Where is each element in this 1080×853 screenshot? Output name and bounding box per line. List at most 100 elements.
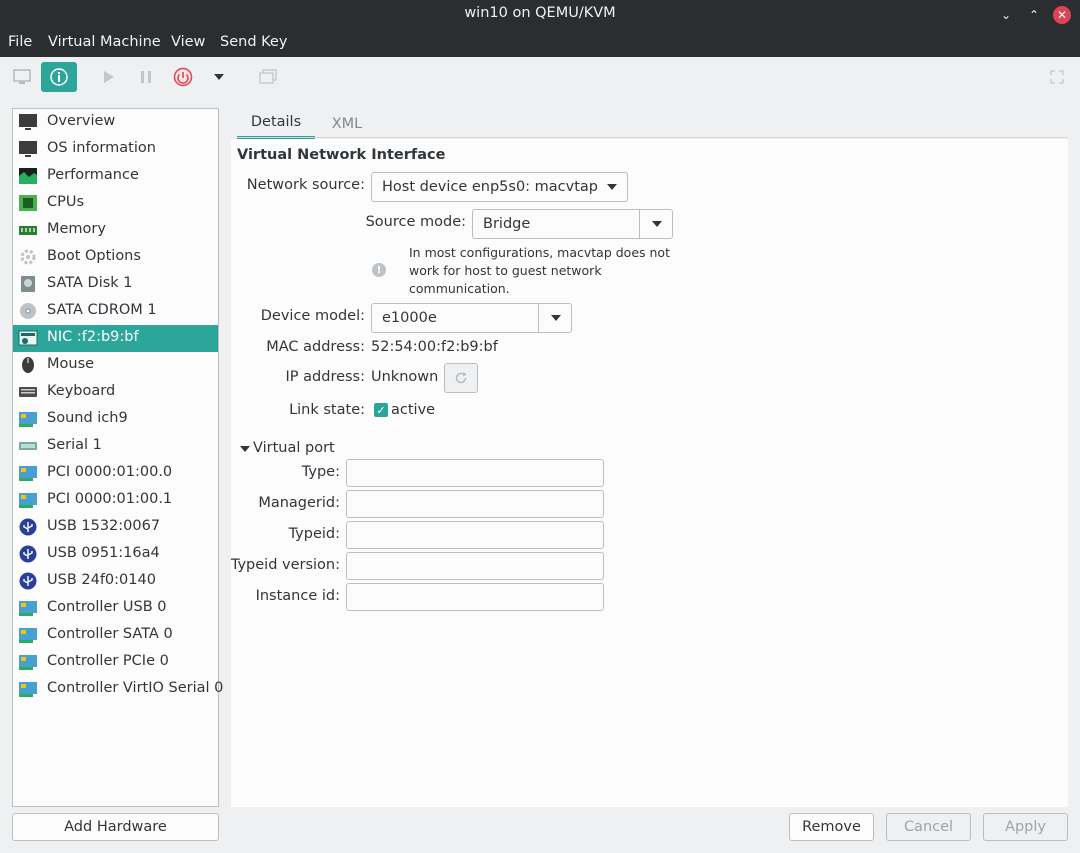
tab-details[interactable]: Details <box>237 108 315 139</box>
sidebar-item[interactable]: PCI 0000:01:00.1 <box>13 487 218 514</box>
sidebar-item-label: Sound ich9 <box>47 410 128 426</box>
menu-send-key[interactable]: Send Key <box>220 34 287 50</box>
sidebar-item[interactable]: NIC :f2:b9:bf <box>13 325 218 352</box>
vp-typeid-input[interactable] <box>346 521 604 549</box>
monitor-icon <box>18 113 38 131</box>
network-card-icon <box>18 329 38 347</box>
sidebar-item-label: Controller PCIe 0 <box>47 653 169 669</box>
sidebar-item-label: USB 1532:0067 <box>47 518 161 534</box>
virtual-port-expander[interactable]: Virtual port <box>253 440 335 456</box>
source-mode-select[interactable]: Bridge <box>472 209 673 239</box>
vp-managerid-input[interactable] <box>346 490 604 518</box>
monitor-icon[interactable] <box>12 62 32 92</box>
sidebar-item-label: NIC :f2:b9:bf <box>47 329 139 345</box>
serial-icon <box>18 437 38 455</box>
chart-icon <box>18 167 38 185</box>
section-title: Virtual Network Interface <box>237 147 446 163</box>
network-source-select[interactable]: Host device enp5s0: macvtap <box>371 172 628 202</box>
note-line-1: In most configurations, macvtap does not <box>409 245 670 260</box>
sidebar-item-label: Boot Options <box>47 248 141 264</box>
sidebar-item[interactable]: SATA CDROM 1 <box>13 298 218 325</box>
menu-file[interactable]: File <box>8 34 32 50</box>
gear-icon <box>18 248 38 266</box>
sidebar-item[interactable]: OS information <box>13 136 218 163</box>
device-model-select[interactable]: e1000e <box>371 303 572 333</box>
macvtap-note: In most configurations, macvtap does not… <box>409 244 670 298</box>
sidebar-item[interactable]: Sound ich9 <box>13 406 218 433</box>
remove-button[interactable]: Remove <box>789 813 874 841</box>
refresh-icon <box>455 372 467 384</box>
sidebar-item-label: Controller SATA 0 <box>47 626 173 642</box>
device-model-value: e1000e <box>382 310 437 326</box>
vp-typeid-version-label: Typeid version: <box>230 557 340 573</box>
toolbar <box>0 57 1080 97</box>
sidebar-item[interactable]: Controller SATA 0 <box>13 622 218 649</box>
link-state-checkbox[interactable]: ✓ <box>374 403 388 417</box>
sidebar-item-label: USB 24f0:0140 <box>47 572 156 588</box>
snapshot-icon[interactable] <box>258 62 278 92</box>
pci-card-icon <box>18 464 38 482</box>
sidebar-item[interactable]: Controller PCIe 0 <box>13 649 218 676</box>
keyboard-icon <box>18 383 38 401</box>
vp-instance-id-input[interactable] <box>346 583 604 611</box>
sidebar-item[interactable]: Mouse <box>13 352 218 379</box>
sidebar-item-label: OS information <box>47 140 156 156</box>
pci-card-icon <box>18 491 38 509</box>
cpu-icon <box>18 194 38 212</box>
sidebar-item[interactable]: Serial 1 <box>13 433 218 460</box>
sidebar-item-label: PCI 0000:01:00.0 <box>47 464 173 480</box>
expander-arrow-icon[interactable] <box>240 446 250 452</box>
usb-icon <box>18 572 38 590</box>
sidebar-item[interactable]: PCI 0000:01:00.0 <box>13 460 218 487</box>
sidebar-item[interactable]: Memory <box>13 217 218 244</box>
sidebar-item[interactable]: Controller VirtIO Serial 0 <box>13 676 223 703</box>
maximize-icon[interactable]: ⌃ <box>1025 6 1043 24</box>
vp-typeid-version-input[interactable] <box>346 552 604 580</box>
link-state-label: Link state: <box>289 402 365 418</box>
mac-address-value: 52:54:00:f2:b9:bf <box>371 339 498 355</box>
sidebar-item-label: Controller USB 0 <box>47 599 167 615</box>
menu-view[interactable]: View <box>171 34 205 50</box>
power-icon[interactable] <box>172 62 194 92</box>
cdrom-icon <box>18 302 38 320</box>
pause-icon[interactable] <box>138 62 154 92</box>
sidebar-item[interactable]: Controller USB 0 <box>13 595 218 622</box>
combo-separator <box>639 210 640 238</box>
add-hardware-button[interactable]: Add Hardware <box>12 813 219 841</box>
sidebar-item[interactable]: CPUs <box>13 190 218 217</box>
sidebar-item-label: Performance <box>47 167 139 183</box>
tab-divider <box>237 137 1068 138</box>
cancel-button[interactable]: Cancel <box>886 813 971 841</box>
sidebar-item[interactable]: USB 0951:16a4 <box>13 541 218 568</box>
sidebar-item[interactable]: SATA Disk 1 <box>13 271 218 298</box>
sidebar-item[interactable]: Overview <box>13 109 218 136</box>
window-title: win10 on QEMU/KVM <box>464 5 616 21</box>
sidebar-item-label: USB 0951:16a4 <box>47 545 160 561</box>
sidebar-item[interactable]: USB 24f0:0140 <box>13 568 218 595</box>
note-line-2: work for host to guest network <box>409 263 602 278</box>
play-icon[interactable] <box>101 62 117 92</box>
minimize-icon[interactable]: ⌄ <box>997 6 1015 24</box>
menu-bar: File Virtual Machine View Send Key <box>0 30 1080 57</box>
tab-xml[interactable]: XML <box>315 108 379 139</box>
vp-type-input[interactable] <box>346 459 604 487</box>
usb-icon <box>18 518 38 536</box>
sidebar-item[interactable]: Performance <box>13 163 218 190</box>
sidebar-item-label: SATA Disk 1 <box>47 275 133 291</box>
refresh-ip-button[interactable] <box>444 363 478 393</box>
info-icon[interactable] <box>41 62 77 92</box>
note-line-3: communication. <box>409 281 510 296</box>
menu-virtual-machine[interactable]: Virtual Machine <box>48 34 161 50</box>
apply-button[interactable]: Apply <box>983 813 1068 841</box>
sidebar-item[interactable]: USB 1532:0067 <box>13 514 218 541</box>
pci-card-icon <box>18 626 38 644</box>
chevron-down-icon <box>551 315 561 321</box>
tab-details-label: Details <box>250 114 302 130</box>
sidebar-item[interactable]: Boot Options <box>13 244 218 271</box>
fullscreen-icon[interactable] <box>1048 62 1066 92</box>
sidebar-item[interactable]: Keyboard <box>13 379 218 406</box>
pci-card-icon <box>18 410 38 428</box>
close-icon[interactable]: ✕ <box>1053 6 1071 24</box>
memory-icon <box>18 221 38 239</box>
power-dropdown-icon[interactable] <box>212 62 226 92</box>
